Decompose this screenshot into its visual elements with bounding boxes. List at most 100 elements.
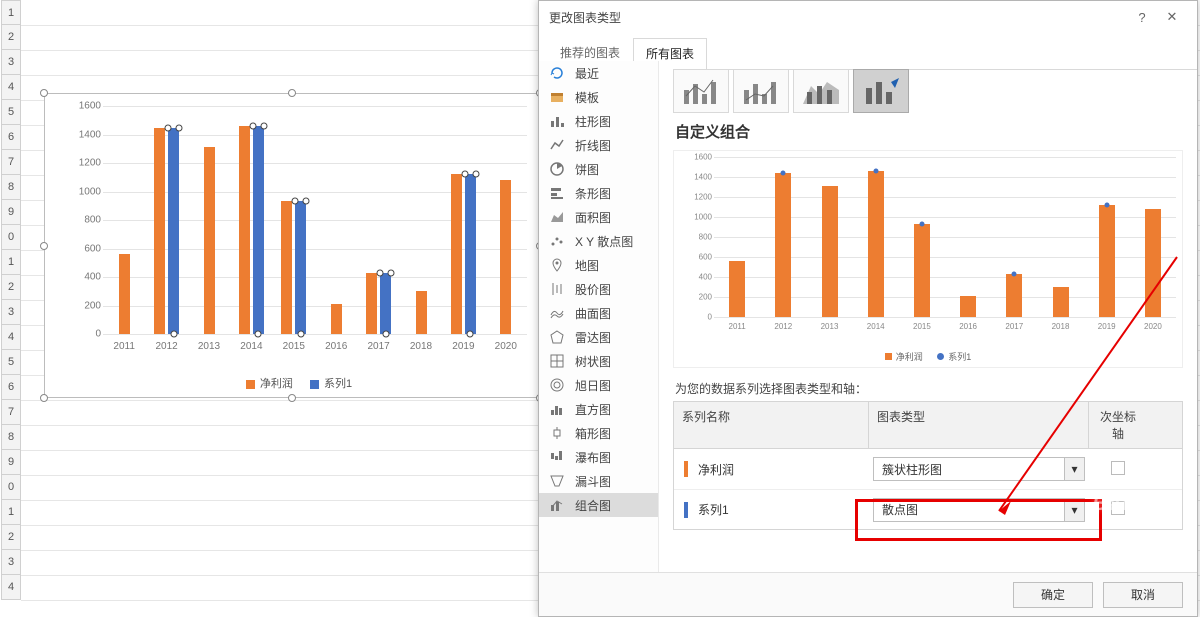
row-header[interactable]: 6	[1, 375, 21, 400]
row-header[interactable]: 5	[1, 350, 21, 375]
row-header[interactable]: 4	[1, 325, 21, 350]
combo-subtype-1[interactable]	[673, 69, 729, 113]
cancel-button[interactable]: 取消	[1103, 582, 1183, 608]
recent-icon	[549, 65, 565, 81]
category-label: 最近	[575, 65, 599, 82]
secondary-axis-checkbox[interactable]	[1111, 461, 1125, 475]
watermark: Bai 经验	[1092, 487, 1181, 516]
row-header[interactable]: 1	[1, 250, 21, 275]
resize-handle[interactable]	[288, 394, 296, 402]
combo-subtype-2[interactable]	[733, 69, 789, 113]
waterfall-icon	[549, 449, 565, 465]
row-header[interactable]: 1	[1, 0, 21, 25]
row-header[interactable]: 2	[1, 275, 21, 300]
category-recent[interactable]: 最近	[539, 61, 658, 85]
ok-button[interactable]: 确定	[1013, 582, 1093, 608]
row-header[interactable]: 3	[1, 50, 21, 75]
series-row: 净利润 簇状柱形图 ▾	[674, 449, 1182, 489]
row-header[interactable]: 2	[1, 25, 21, 50]
col-series-name: 系列名称	[674, 402, 869, 448]
category-label: 柱形图	[575, 113, 611, 130]
category-stock[interactable]: 股价图	[539, 277, 658, 301]
preview-title: 自定义组合	[675, 121, 1183, 142]
combo-subtype-3[interactable]	[793, 69, 849, 113]
row-header[interactable]: 3	[1, 550, 21, 575]
chart-type-combo[interactable]: 簇状柱形图 ▾	[873, 457, 1085, 481]
category-label: 旭日图	[575, 377, 611, 394]
series-name-label: 系列1	[698, 501, 729, 518]
chart-category-list[interactable]: 最近模板柱形图折线图饼图条形图面积图 X Y 散点图地图股价图曲面图雷达图树状图旭…	[539, 61, 659, 572]
row-header[interactable]: 0	[1, 475, 21, 500]
category-combo[interactable]: 组合图	[539, 493, 658, 517]
col-chart-type: 图表类型	[869, 402, 1089, 448]
category-label: 饼图	[575, 161, 599, 178]
category-bar[interactable]: 条形图	[539, 181, 658, 205]
close-button[interactable]: ✕	[1157, 5, 1187, 29]
category-template[interactable]: 模板	[539, 85, 658, 109]
resize-handle[interactable]	[40, 89, 48, 97]
row-header[interactable]: 7	[1, 400, 21, 425]
row-header[interactable]: 9	[1, 200, 21, 225]
resize-handle[interactable]	[288, 89, 296, 97]
dialog-titlebar[interactable]: 更改图表类型 ? ✕	[539, 1, 1197, 33]
resize-handle[interactable]	[40, 394, 48, 402]
category-label: 条形图	[575, 185, 611, 202]
category-label: 雷达图	[575, 329, 611, 346]
chevron-down-icon[interactable]: ▾	[1064, 458, 1084, 480]
row-header[interactable]: 2	[1, 525, 21, 550]
combo-subtype-row	[673, 69, 1183, 113]
help-button[interactable]: ?	[1127, 5, 1157, 29]
chart-type-combo[interactable]: 散点图 ▾	[873, 498, 1085, 522]
category-area[interactable]: 面积图	[539, 205, 658, 229]
row-header[interactable]: 4	[1, 75, 21, 100]
category-sunburst[interactable]: 旭日图	[539, 373, 658, 397]
row-header[interactable]: 0	[1, 225, 21, 250]
funnel-icon	[549, 473, 565, 489]
category-box[interactable]: 箱形图	[539, 421, 658, 445]
row-header[interactable]: 9	[1, 450, 21, 475]
embedded-chart[interactable]: 2011201220132014201520162017201820192020…	[44, 93, 540, 398]
category-label: 直方图	[575, 401, 611, 418]
series-color-swatch	[684, 502, 688, 518]
resize-handle[interactable]	[40, 242, 48, 250]
row-header[interactable]: 6	[1, 125, 21, 150]
bar-icon	[549, 185, 565, 201]
category-histogram[interactable]: 直方图	[539, 397, 658, 421]
category-radar[interactable]: 雷达图	[539, 325, 658, 349]
category-funnel[interactable]: 漏斗图	[539, 469, 658, 493]
template-icon	[549, 89, 565, 105]
treemap-icon	[549, 353, 565, 369]
pie-icon	[549, 161, 565, 177]
series-color-swatch	[684, 461, 688, 477]
row-header[interactable]: 8	[1, 425, 21, 450]
category-treemap[interactable]: 树状图	[539, 349, 658, 373]
category-label: 漏斗图	[575, 473, 611, 490]
chevron-down-icon[interactable]: ▾	[1064, 499, 1084, 521]
row-header[interactable]: 5	[1, 100, 21, 125]
line-icon	[549, 137, 565, 153]
category-line[interactable]: 折线图	[539, 133, 658, 157]
category-label: X Y 散点图	[575, 233, 633, 250]
row-header[interactable]: 7	[1, 150, 21, 175]
category-label: 模板	[575, 89, 599, 106]
category-pie[interactable]: 饼图	[539, 157, 658, 181]
row-header[interactable]: 8	[1, 175, 21, 200]
category-xy[interactable]: X Y 散点图	[539, 229, 658, 253]
row-header[interactable]: 1	[1, 500, 21, 525]
category-map[interactable]: 地图	[539, 253, 658, 277]
category-waterfall[interactable]: 瀑布图	[539, 445, 658, 469]
combo-subtype-custom[interactable]	[853, 69, 909, 113]
category-label: 箱形图	[575, 425, 611, 442]
category-label: 组合图	[575, 497, 611, 514]
box-icon	[549, 425, 565, 441]
row-header[interactable]: 3	[1, 300, 21, 325]
chart-legend: 净利润 系列1	[45, 375, 539, 391]
category-surface[interactable]: 曲面图	[539, 301, 658, 325]
col-secondary-axis: 次坐标轴	[1089, 402, 1147, 448]
category-column[interactable]: 柱形图	[539, 109, 658, 133]
category-label: 瀑布图	[575, 449, 611, 466]
row-header[interactable]: 4	[1, 575, 21, 600]
stock-icon	[549, 281, 565, 297]
area-icon	[549, 209, 565, 225]
series-name-label: 净利润	[698, 461, 734, 478]
